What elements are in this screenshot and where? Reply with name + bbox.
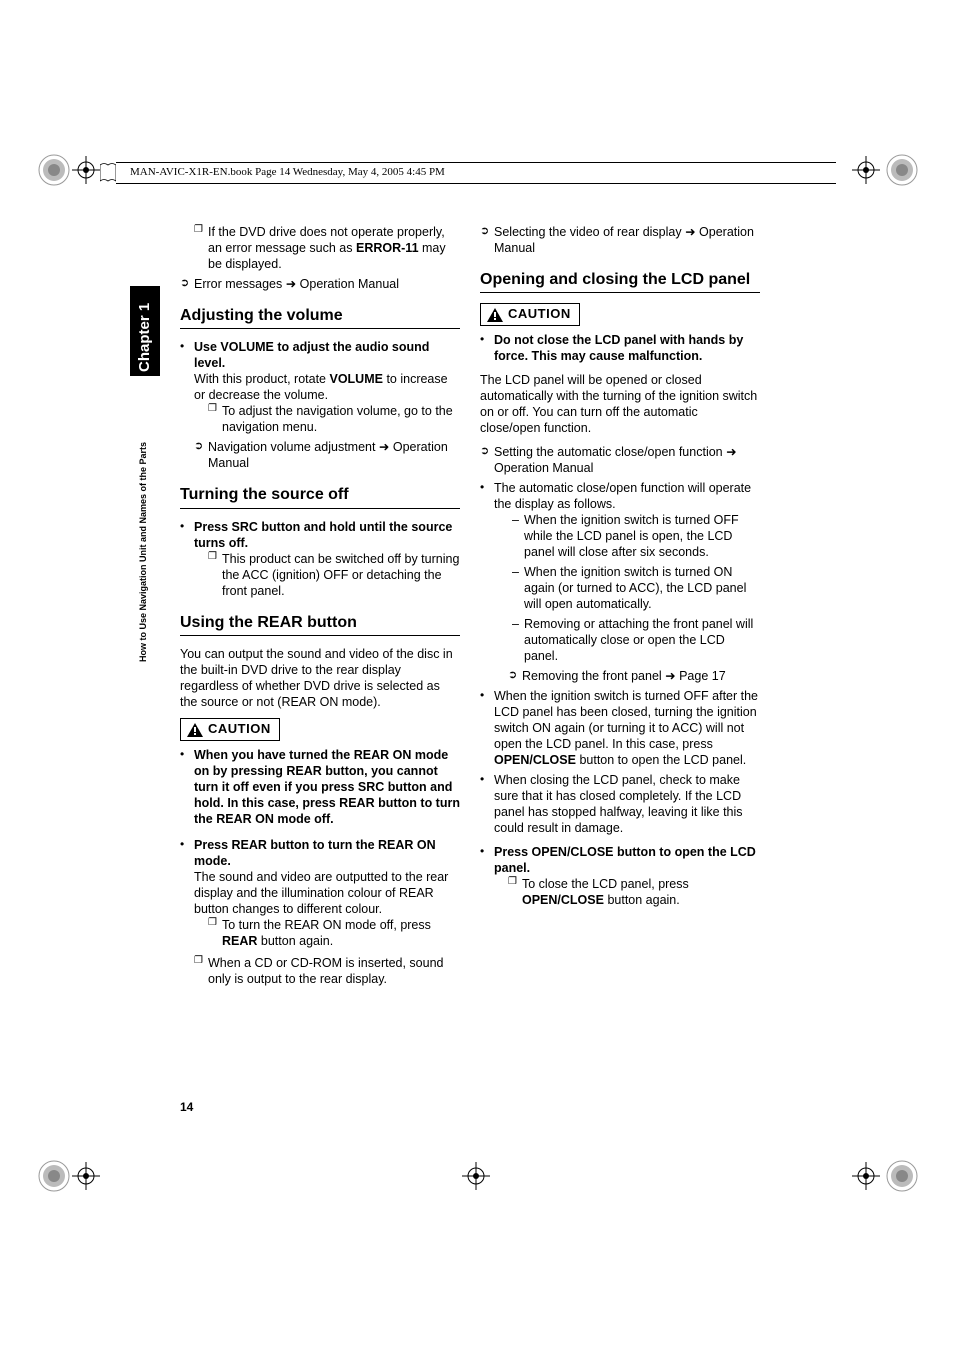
note-item: To close the LCD panel, press OPEN/CLOSE… (494, 876, 760, 908)
crop-mark-screw (36, 152, 72, 188)
step-bold: Press SRC button and hold until the sour… (194, 520, 452, 550)
crop-mark-screw (884, 152, 920, 188)
heading-adjust-volume: Adjusting the volume (180, 306, 460, 329)
section-side-label-wrap: How to Use Navigation Unit and Names of … (138, 292, 162, 662)
list-item: When closing the LCD panel, check to mak… (480, 772, 760, 836)
step-item: Press REAR button to turn the REAR ON mo… (180, 837, 460, 949)
note-item: When a CD or CD-ROM is inserted, sound o… (180, 955, 460, 987)
caution-box: CAUTION (480, 303, 580, 326)
step-item: Press SRC button and hold until the sour… (180, 519, 460, 599)
warning-icon (487, 308, 503, 322)
warning-icon (187, 723, 203, 737)
print-header: MAN-AVIC-X1R-EN.book Page 14 Wednesday, … (116, 162, 836, 184)
caution-text: When you have turned the REAR ON mode on… (180, 747, 460, 827)
step-item: Use VOLUME to adjust the audio sound lev… (180, 339, 460, 471)
note-item: To turn the REAR ON mode off, press REAR… (194, 917, 460, 949)
section-side-label: How to Use Navigation Unit and Names of … (138, 292, 148, 662)
xref-item: Navigation volume adjustment ➜ Operation… (194, 439, 460, 471)
registration-mark (462, 1162, 490, 1190)
step-bold: Use VOLUME to adjust the audio sound lev… (194, 340, 429, 370)
registration-mark (852, 156, 880, 184)
step-item: Press OPEN/CLOSE button to open the LCD … (480, 844, 760, 908)
text-bold: ERROR-11 (356, 241, 419, 255)
note-item: This product can be switched off by turn… (194, 551, 460, 599)
heading-turning-source-off: Turning the source off (180, 485, 460, 508)
heading-using-rear: Using the REAR button (180, 613, 460, 636)
step-body: The sound and video are outputted to the… (194, 869, 460, 917)
step-bold: Press OPEN/CLOSE button to open the LCD … (494, 845, 756, 875)
registration-mark (852, 1162, 880, 1190)
step-body: With this product, rotate VOLUME to incr… (194, 371, 460, 403)
registration-mark (72, 1162, 100, 1190)
page-content: If the DVD drive does not operate proper… (180, 224, 780, 991)
book-icon (100, 162, 116, 184)
registration-mark (72, 156, 100, 184)
header-text: MAN-AVIC-X1R-EN.book Page 14 Wednesday, … (130, 166, 445, 178)
note-item: If the DVD drive does not operate proper… (180, 224, 460, 272)
paragraph: The LCD panel will be opened or closed a… (480, 372, 760, 436)
xref-item: Selecting the video of rear display ➜ Op… (480, 224, 760, 256)
dash-item: Removing or attaching the front panel wi… (494, 616, 760, 664)
caution-box: CAUTION (180, 718, 280, 741)
list-item: The automatic close/open function will o… (480, 480, 760, 684)
paragraph: You can output the sound and video of th… (180, 646, 460, 710)
page-number: 14 (180, 1100, 193, 1114)
xref-item: Setting the automatic close/open functio… (480, 444, 760, 476)
dash-item: When the ignition switch is turned OFF w… (494, 512, 760, 560)
dash-item: When the ignition switch is turned ON ag… (494, 564, 760, 612)
xref-item: Removing the front panel ➜ Page 17 (508, 668, 760, 684)
list-item: When the ignition switch is turned OFF a… (480, 688, 760, 768)
crop-mark-screw (884, 1158, 920, 1194)
right-column: Selecting the video of rear display ➜ Op… (480, 224, 760, 914)
caution-label: CAUTION (508, 306, 571, 323)
caution-label: CAUTION (208, 721, 271, 738)
note-item: To adjust the navigation volume, go to t… (194, 403, 460, 435)
caution-text: Do not close the LCD panel with hands by… (480, 332, 760, 364)
crop-mark-screw (36, 1158, 72, 1194)
xref-item: Error messages ➜ Operation Manual (180, 276, 460, 292)
left-column: If the DVD drive does not operate proper… (180, 224, 460, 991)
step-bold: Press REAR button to turn the REAR ON mo… (194, 838, 436, 868)
heading-open-close-lcd: Opening and closing the LCD panel (480, 270, 760, 293)
